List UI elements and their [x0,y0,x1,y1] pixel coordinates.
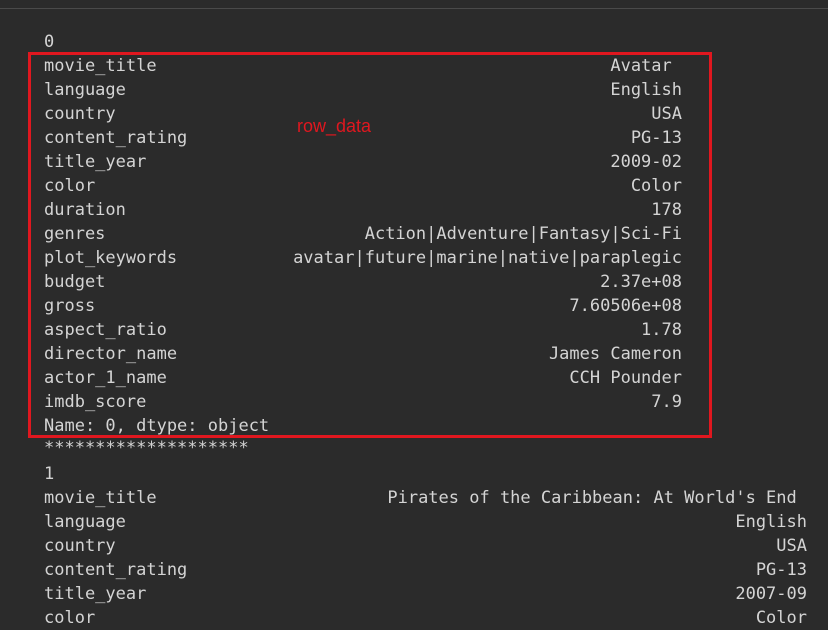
field-row: movie_title Pirates of the Caribbean: At … [44,486,807,510]
field-key: color [44,608,96,628]
field-value: English [735,512,807,532]
record-index: 0 [44,32,55,52]
field-key: language [44,512,126,532]
field-value: USA [776,536,807,556]
field-key: movie_title [44,488,157,508]
field-key: title_year [44,584,147,604]
field-row: language English [44,510,807,534]
record-index: 1 [44,464,55,484]
field-row: color Color [44,606,807,630]
field-key: content_rating [44,560,188,580]
annotation-box [28,52,712,438]
field-value: 2007-09 [735,584,807,604]
annotation-label: row_data [297,116,372,136]
window-top-border [0,8,828,9]
field-value: Color [755,608,807,628]
field-row: country USA [44,534,807,558]
field-value: PG-13 [755,560,807,580]
separator-line: ******************** [44,438,249,458]
field-key: country [44,536,116,556]
field-row: title_year 2007-09 [44,582,807,606]
field-value: Pirates of the Caribbean: At World's End [387,488,807,508]
field-row: content_rating PG-13 [44,558,807,582]
